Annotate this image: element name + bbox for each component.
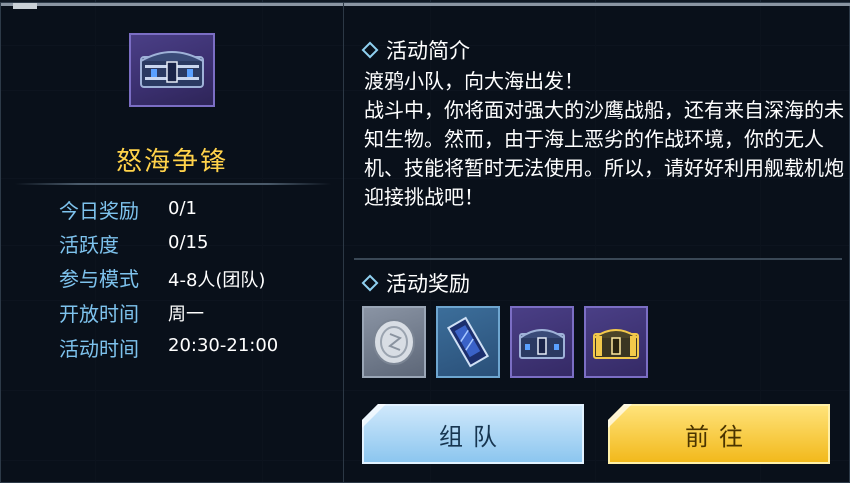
intro-line-2: 战斗中，你将面对强大的沙鹰战船，还有来自深海的未知生物。然而，由于海上恶劣的作战…	[364, 98, 844, 209]
treasure-chest-icon	[129, 33, 215, 107]
rewards-heading: 活动奖励	[361, 268, 470, 298]
blueprint-card-icon	[446, 316, 490, 368]
reward-item-blueprint[interactable]	[436, 306, 500, 378]
info-value-time: 20:30-21:00	[168, 335, 279, 356]
info-value-open-day: 周一	[168, 304, 204, 325]
go-label: 前往	[685, 422, 753, 451]
reward-item-chest[interactable]	[510, 306, 574, 378]
intro-line-1: 渡鸦小队，向大海出发！	[364, 69, 584, 93]
button-corner-accent	[362, 404, 386, 428]
team-up-button[interactable]: 组队	[362, 404, 584, 464]
button-corner-accent	[608, 404, 632, 428]
info-label-open-day: 开放时间	[59, 302, 139, 326]
info-label-mode: 参与模式	[59, 267, 139, 291]
intro-heading: 活动简介	[361, 35, 470, 65]
info-value-activity-points: 0/15	[168, 232, 209, 253]
diamond-bullet-icon	[361, 274, 379, 292]
info-value-daily-reward: 0/1	[168, 198, 197, 219]
silver-coin-icon	[373, 319, 415, 365]
go-button[interactable]: 前往	[608, 404, 830, 464]
activity-detail-panel: 怒海争锋 今日奖励 0/1 活跃度 0/15 参与模式 4-8人(团队) 开放时…	[0, 2, 850, 483]
activity-info-column: 怒海争锋 今日奖励 0/1 活跃度 0/15 参与模式 4-8人(团队) 开放时…	[1, 3, 343, 482]
team-up-label: 组队	[439, 422, 507, 451]
gold-chest-icon	[593, 329, 639, 359]
diamond-bullet-icon	[361, 41, 379, 59]
treasure-chest-icon	[519, 329, 565, 359]
rewards-heading-text: 活动奖励	[386, 272, 470, 296]
intro-description: 渡鸦小队，向大海出发！ 战斗中，你将面对强大的沙鹰战船，还有来自深海的未知生物。…	[364, 67, 844, 212]
info-label-activity-points: 活跃度	[59, 233, 119, 257]
activity-title: 怒海争锋	[115, 147, 228, 177]
info-label-daily-reward: 今日奖励	[59, 199, 139, 223]
reward-item-gold-chest[interactable]	[584, 306, 648, 378]
info-label-time: 活动时间	[59, 337, 139, 361]
divider	[15, 183, 331, 185]
activity-description-column: 活动简介 渡鸦小队，向大海出发！ 战斗中，你将面对强大的沙鹰战船，还有来自深海的…	[343, 3, 850, 482]
divider	[354, 258, 842, 260]
reward-item-silver-coin[interactable]	[362, 306, 426, 378]
intro-heading-text: 活动简介	[386, 39, 470, 63]
info-value-mode: 4-8人(团队)	[168, 270, 266, 291]
